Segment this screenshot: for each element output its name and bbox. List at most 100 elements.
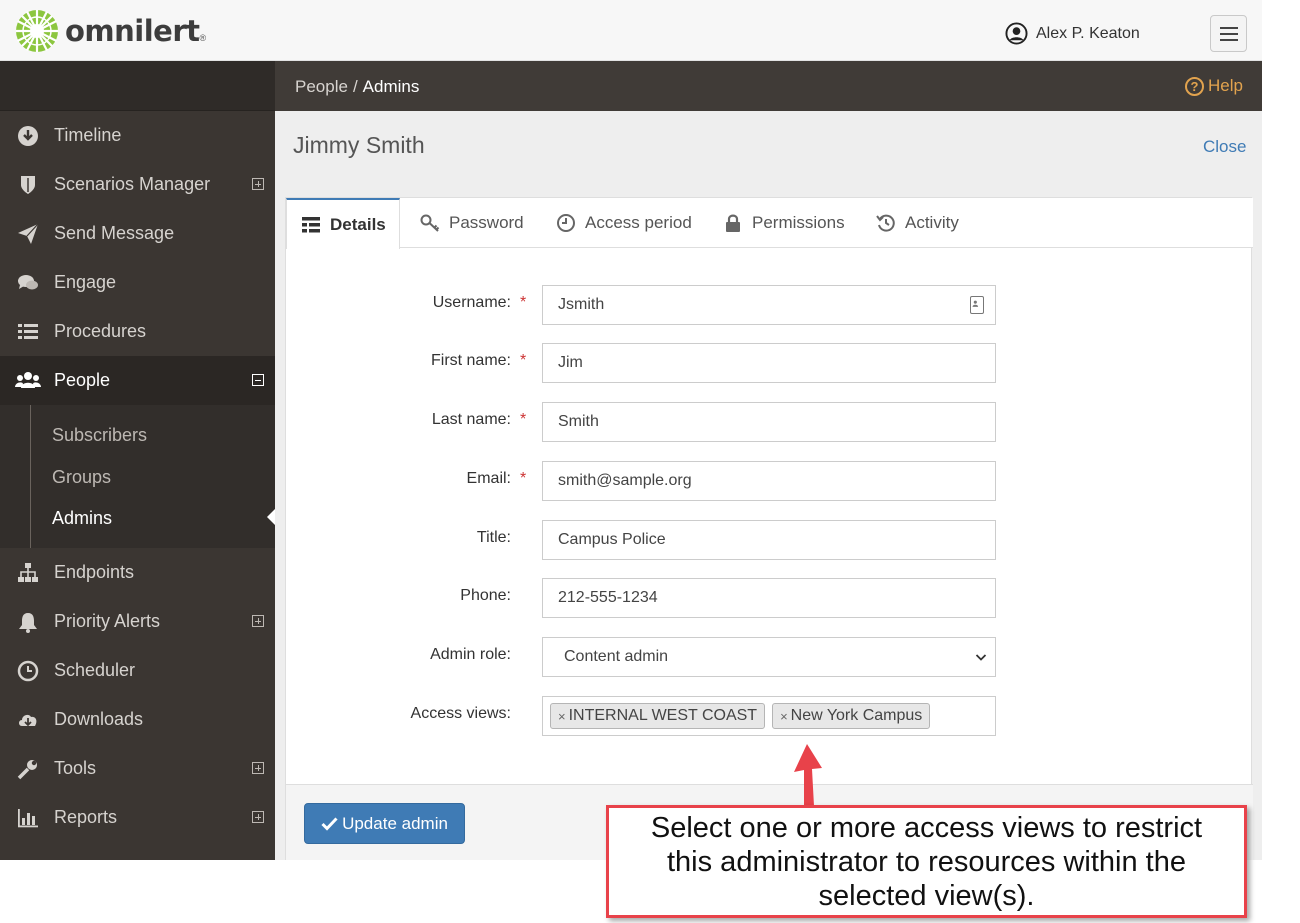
sidebar-item-people[interactable]: People: [0, 356, 275, 405]
details-list-icon: [302, 216, 320, 232]
logo-wordmark: omnilert: [65, 14, 200, 48]
tab-label: Activity: [905, 213, 959, 232]
phone-value: 212-555-1234: [558, 589, 658, 606]
bell-icon: [19, 613, 37, 633]
lock-icon: [726, 214, 740, 232]
sidebar-item-label: Tools: [54, 758, 97, 778]
help-link[interactable]: ? Help: [1185, 76, 1243, 96]
first-name-field[interactable]: Jim: [542, 343, 996, 383]
tab-activity[interactable]: Activity: [876, 198, 959, 248]
sidebar-item-label: Downloads: [54, 709, 144, 729]
required-marker: *: [520, 294, 527, 311]
remove-tag-icon[interactable]: ×: [780, 709, 788, 724]
required-marker: *: [520, 470, 527, 487]
admin-role-value: Content admin: [564, 648, 669, 665]
tab-password[interactable]: Password: [420, 198, 524, 248]
user-circle-icon: [1005, 22, 1028, 45]
breadcrumb-people-link[interactable]: People: [295, 77, 348, 96]
email-field[interactable]: smith@sample.org: [542, 461, 996, 501]
sidebar-item-procedures[interactable]: Procedures: [0, 307, 275, 356]
help-label: Help: [1208, 76, 1243, 95]
omnilert-logo[interactable]: omnilert ®: [15, 9, 206, 53]
remove-tag-icon[interactable]: ×: [558, 709, 566, 724]
sidebar-item-reports[interactable]: Reports: [0, 793, 275, 842]
sidebar-item-timeline[interactable]: Timeline: [0, 111, 275, 160]
sidebar-item-label: Endpoints: [54, 562, 135, 582]
title-value: Campus Police: [558, 531, 666, 548]
expand-plus-icon[interactable]: [252, 178, 264, 190]
username-field[interactable]: Jsmith: [542, 285, 996, 325]
admin-detail-panel: Details Password Access period Permissio…: [285, 197, 1253, 860]
sidebar-item-scheduler[interactable]: Scheduler: [0, 646, 275, 695]
required-marker: *: [520, 352, 527, 369]
contact-card-icon[interactable]: [970, 296, 984, 314]
sidebar-item-tools[interactable]: Tools: [0, 744, 275, 793]
user-name: Alex P. Keaton: [1036, 24, 1140, 42]
form-row-phone: Phone: 212-555-1234: [286, 578, 1253, 618]
sidebar-item-engage[interactable]: Engage: [0, 258, 275, 307]
hamburger-menu-button[interactable]: [1210, 15, 1247, 52]
admin-role-label: Admin role:: [430, 646, 511, 663]
tab-details[interactable]: Details: [286, 198, 400, 249]
tab-label: Access period: [585, 213, 692, 232]
expand-plus-icon[interactable]: [252, 762, 264, 774]
last-name-field[interactable]: Smith: [542, 402, 996, 442]
hamburger-icon: [1220, 39, 1238, 41]
access-view-tag: × INTERNAL WEST COAST: [550, 703, 766, 729]
access-view-tag: × New York Campus: [772, 703, 931, 729]
tab-label: Details: [330, 214, 386, 234]
title-label: Title:: [476, 529, 511, 546]
top-bar: omnilert ® Alex P. Keaton: [0, 0, 1262, 61]
sidebar-item-label: Scheduler: [54, 660, 136, 680]
expand-plus-icon[interactable]: [252, 615, 264, 627]
submenu-rail: [30, 405, 31, 548]
paper-plane-icon: [18, 223, 39, 244]
tab-permissions[interactable]: Permissions: [723, 198, 845, 248]
history-icon: [876, 214, 895, 232]
last-name-value: Smith: [558, 413, 599, 430]
form-row-access-views: Access views: × INTERNAL WEST COAST × Ne…: [286, 696, 1253, 736]
hamburger-icon: [1220, 33, 1238, 35]
email-label: Email:: [466, 470, 511, 487]
sidebar-item-scenarios-manager[interactable]: Scenarios Manager: [0, 160, 275, 209]
sidebar-subitem-admins[interactable]: Admins: [52, 508, 112, 529]
access-views-label: Access views:: [410, 705, 511, 722]
sidebar-item-downloads[interactable]: Downloads: [0, 695, 275, 744]
sidebar-item-label: Send Message: [54, 223, 175, 243]
update-admin-button[interactable]: Update admin: [304, 803, 465, 844]
user-menu[interactable]: Alex P. Keaton: [1005, 22, 1140, 45]
chat-bubbles-icon: [18, 275, 38, 290]
sidebar: Timeline Scenarios Manager Send Message …: [0, 61, 275, 860]
close-link[interactable]: Close: [1203, 137, 1246, 157]
logo-registered-mark: ®: [199, 33, 207, 43]
wrench-icon: [17, 760, 37, 780]
username-label: Username:: [432, 294, 511, 311]
sidebar-item-endpoints[interactable]: Endpoints: [0, 548, 275, 597]
tag-label: New York Campus: [790, 707, 923, 724]
people-icon: [15, 372, 41, 388]
first-name-label: First name:: [430, 352, 511, 369]
sidebar-subitem-subscribers[interactable]: Subscribers: [52, 425, 147, 446]
tab-access-period[interactable]: Access period: [556, 198, 692, 248]
shield-icon: [21, 176, 35, 194]
form-row-username: Username: * Jsmith: [286, 285, 1253, 325]
sidebar-subitem-groups[interactable]: Groups: [52, 467, 111, 488]
username-value: Jsmith: [558, 296, 605, 313]
app-window: omnilert ® Alex P. Keaton Timeline Scena…: [0, 0, 1262, 860]
sidebar-item-label: Scenarios Manager: [54, 174, 211, 194]
collapse-minus-icon[interactable]: [252, 374, 264, 386]
expand-plus-icon[interactable]: [252, 811, 264, 823]
sidebar-item-send-message[interactable]: Send Message: [0, 209, 275, 258]
form-row-admin-role: Admin role: Content admin: [286, 637, 1253, 677]
form-row-first-name: First name: * Jim: [286, 343, 1253, 383]
access-views-multiselect[interactable]: × INTERNAL WEST COAST × New York Campus: [542, 696, 996, 736]
title-field[interactable]: Campus Police: [542, 520, 996, 560]
sidebar-item-priority-alerts[interactable]: Priority Alerts: [0, 597, 275, 646]
callout-text: Select one or more access views to restr…: [650, 811, 1203, 912]
email-value: smith@sample.org: [558, 472, 692, 489]
chevron-down-icon: [975, 654, 987, 661]
phone-field[interactable]: 212-555-1234: [542, 578, 996, 618]
breadcrumb: People / Admins: [295, 77, 419, 97]
admin-role-select[interactable]: Content admin: [542, 637, 996, 677]
bar-chart-icon: [18, 809, 38, 828]
